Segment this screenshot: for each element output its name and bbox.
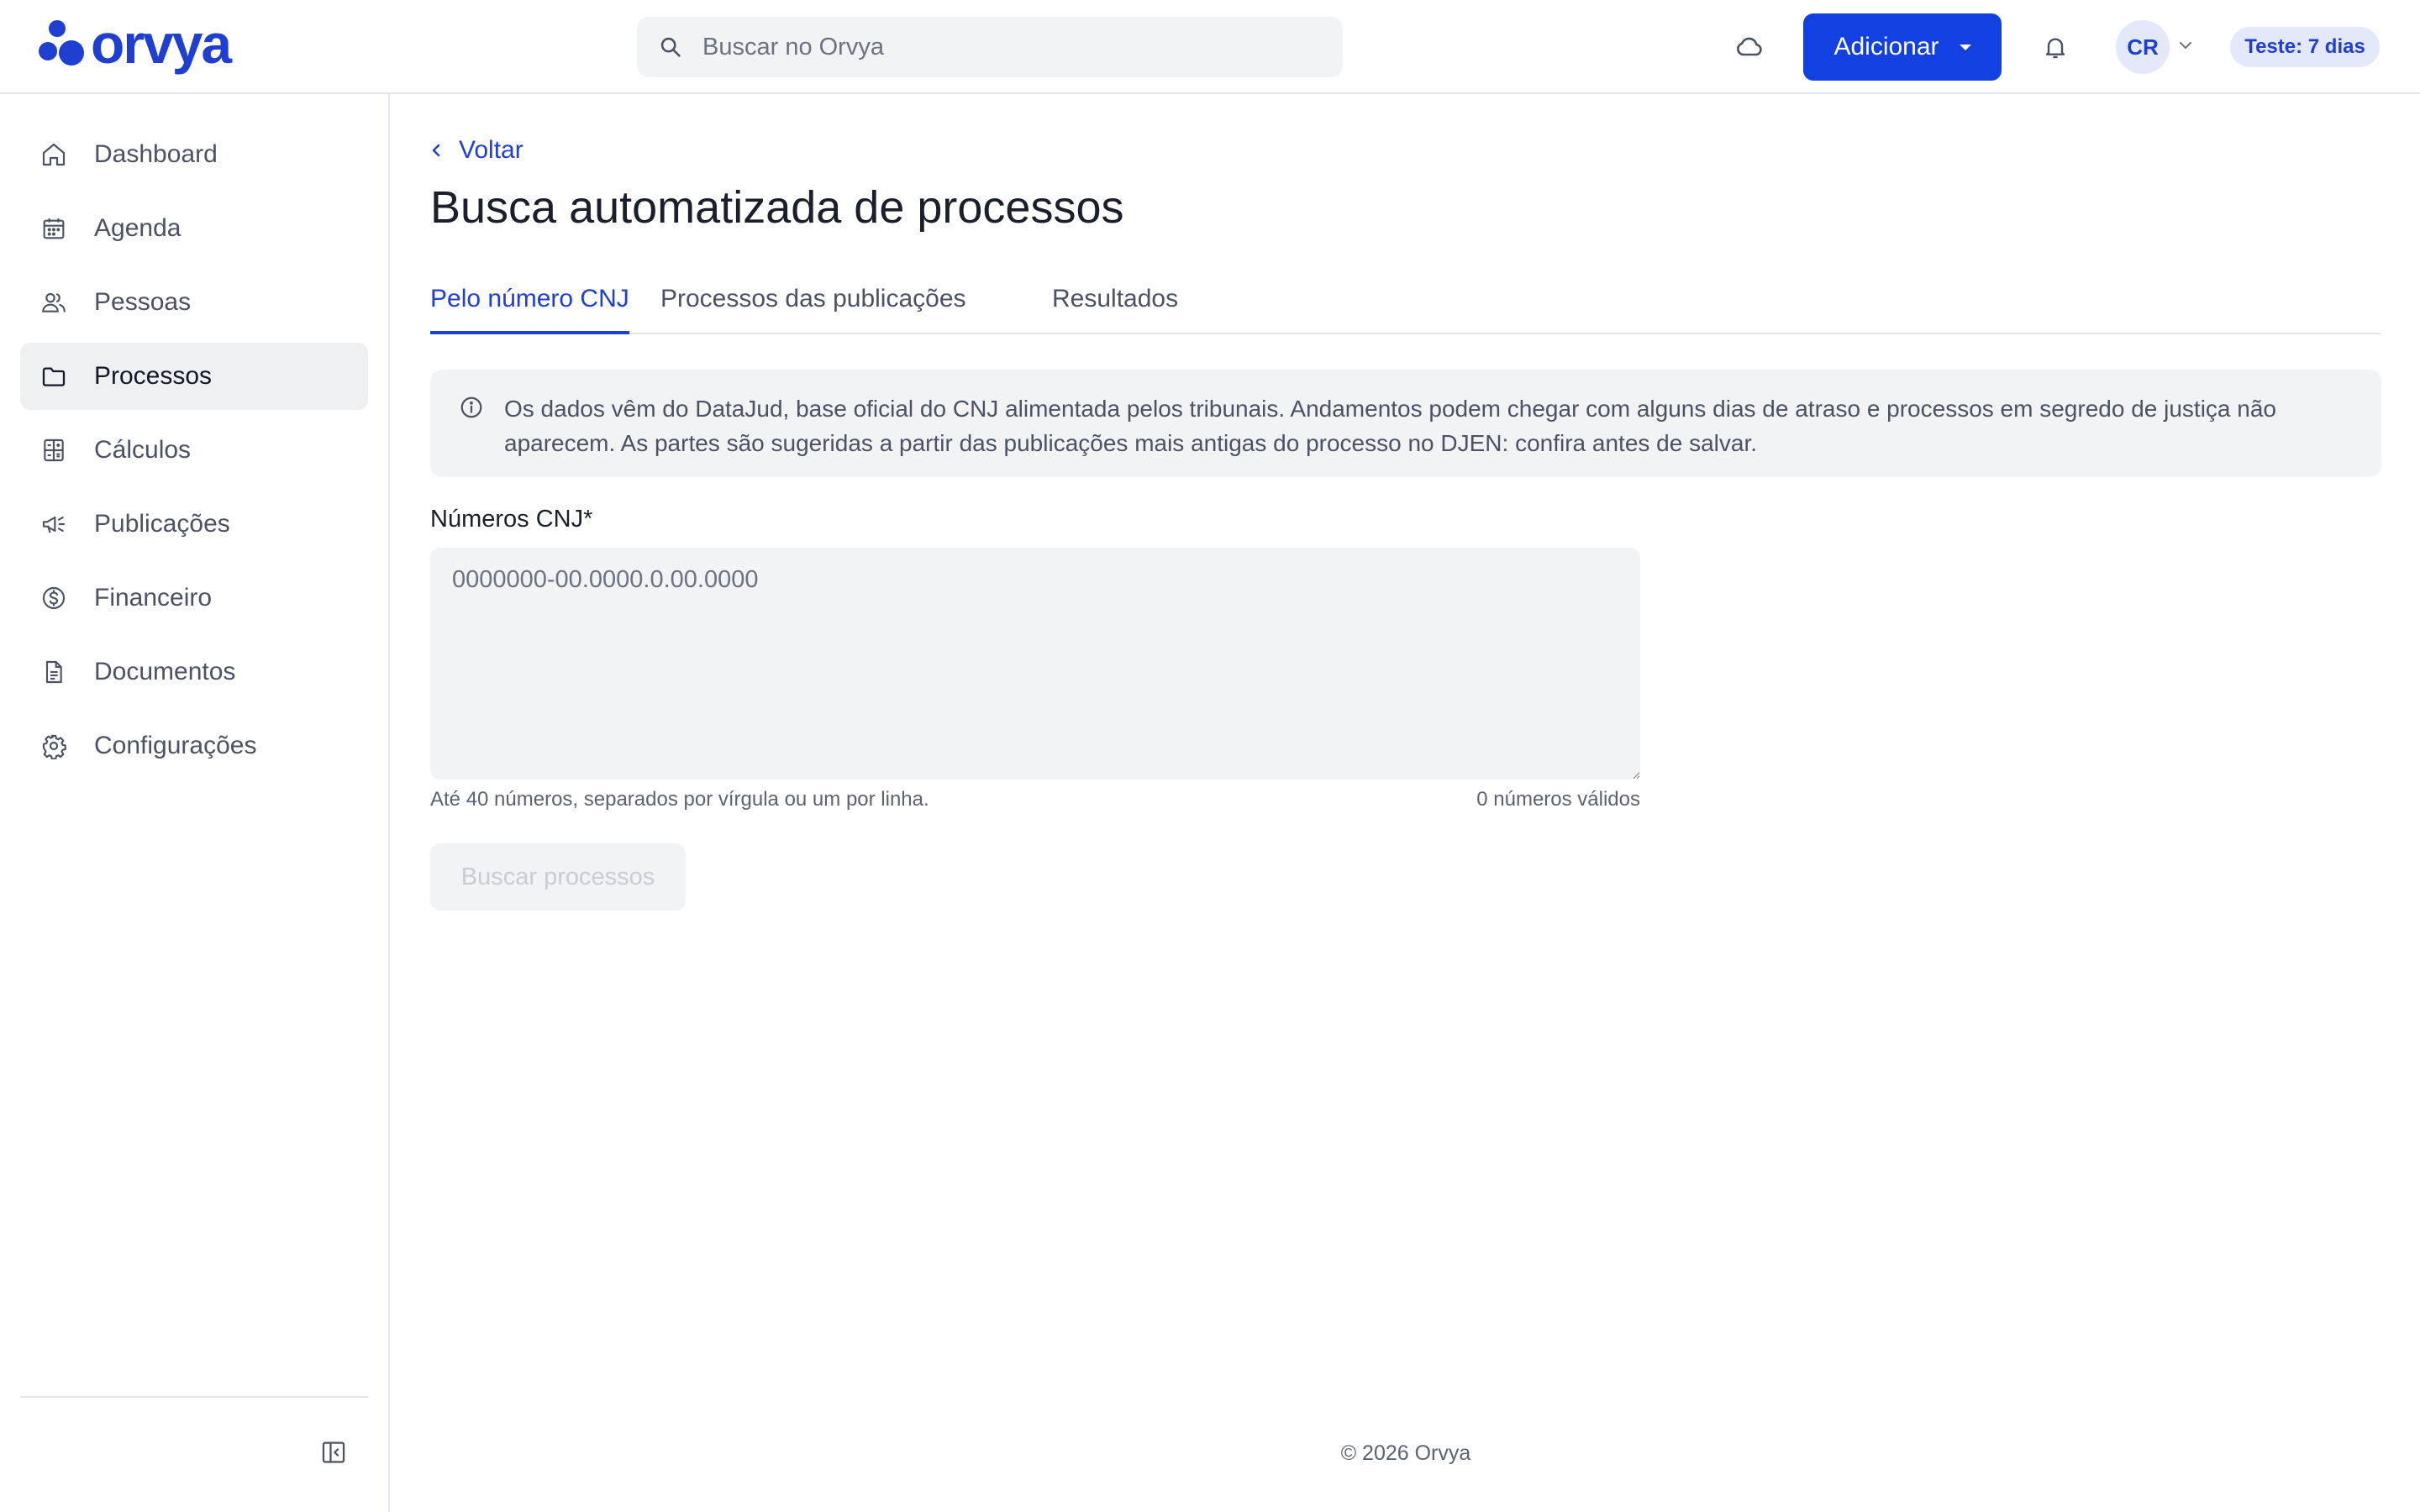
sidebar-item-processos[interactable]: Processos <box>20 343 368 410</box>
sidebar-item-label: Publicações <box>94 510 230 538</box>
sidebar-collapse-icon[interactable] <box>319 1438 348 1467</box>
main-content: Voltar Busca automatizada de processos P… <box>392 94 2420 1512</box>
info-icon <box>460 396 482 418</box>
back-link[interactable]: Voltar <box>430 136 523 165</box>
sidebar-item-label: Cálculos <box>94 436 192 464</box>
calendar-icon <box>43 218 65 239</box>
sidebar-item-calculos[interactable]: Cálculos <box>20 417 368 484</box>
calculator-icon <box>44 438 64 462</box>
valid-count: 0 números válidos <box>1476 788 1640 811</box>
chevron-down-icon[interactable] <box>2178 40 2193 50</box>
sidebar: Dashboard Agenda Pessoas Processos Cálcu… <box>0 94 390 1512</box>
cnj-field-label: Números CNJ* <box>430 506 593 533</box>
add-button-label: Adicionar <box>1833 33 1939 60</box>
search-icon <box>660 37 681 57</box>
sidebar-item-label: Configurações <box>94 732 257 759</box>
sidebar-item-label: Pessoas <box>94 288 192 316</box>
global-search[interactable] <box>637 17 1343 77</box>
sidebar-item-dashboard[interactable]: Dashboard <box>20 121 368 188</box>
info-banner: Os dados vêm do DataJud, base oficial do… <box>430 370 2381 477</box>
trial-badge[interactable]: Teste: 7 dias <box>2230 27 2380 67</box>
page-title: Busca automatizada de processos <box>430 182 1124 233</box>
megaphone-icon <box>42 516 66 533</box>
tab-resultados[interactable]: Resultados <box>1052 279 1178 334</box>
caret-down-icon <box>1959 44 1971 50</box>
sidebar-item-financeiro[interactable]: Financeiro <box>20 564 368 632</box>
sidebar-divider <box>20 1396 368 1398</box>
logo-wordmark: orvya <box>91 13 232 75</box>
sidebar-item-label: Processos <box>94 362 213 390</box>
tab-processos-das-publicacoes[interactable]: Processos das publicações <box>660 279 966 334</box>
document-icon <box>45 660 62 684</box>
sidebar-item-configuracoes[interactable]: Configurações <box>20 712 368 780</box>
orvya-logo[interactable]: orvya <box>39 13 232 75</box>
footer-copyright: © 2026 Orvya <box>1340 1441 1471 1465</box>
info-text: Os dados vêm do DataJud, base oficial do… <box>504 396 2276 456</box>
search-processes-button[interactable]: Buscar processos <box>430 843 686 911</box>
cnj-numbers-input[interactable] <box>430 548 1640 780</box>
top-bar: orvya Adicionar CR Teste: 7 dias <box>0 0 2420 94</box>
gear-icon <box>42 734 66 759</box>
tab-bar: Pelo número CNJ Processos das publicaçõe… <box>430 279 2381 334</box>
tab-pelo-numero-cnj[interactable]: Pelo número CNJ <box>430 279 629 334</box>
back-label: Voltar <box>459 136 523 164</box>
sidebar-item-label: Dashboard <box>94 140 218 168</box>
sidebar-item-documentos[interactable]: Documentos <box>20 638 368 706</box>
dollar-icon <box>42 586 66 610</box>
logo-mark-icon <box>39 17 86 71</box>
add-button[interactable]: Adicionar <box>1803 13 2002 81</box>
chevron-left-icon <box>432 144 440 157</box>
cloud-icon[interactable] <box>1733 32 1766 62</box>
people-icon <box>42 292 66 312</box>
folder-icon <box>42 367 66 386</box>
sidebar-item-agenda[interactable]: Agenda <box>20 195 368 262</box>
sidebar-item-label: Financeiro <box>94 584 213 612</box>
sidebar-item-label: Agenda <box>94 214 182 242</box>
avatar[interactable]: CR <box>2116 20 2170 74</box>
home-icon <box>42 143 66 166</box>
bell-icon[interactable] <box>2042 32 2069 62</box>
sidebar-item-label: Documentos <box>94 658 236 685</box>
sidebar-item-pessoas[interactable]: Pessoas <box>20 269 368 336</box>
search-input[interactable] <box>701 32 1323 62</box>
sidebar-item-publicacoes[interactable]: Publicações <box>20 491 368 558</box>
